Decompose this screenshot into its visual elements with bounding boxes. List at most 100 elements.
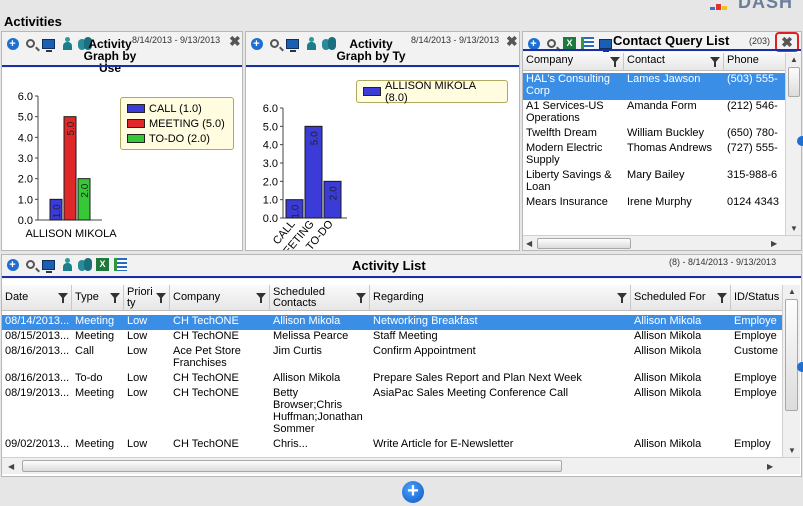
table-cell: Allison Mikola — [634, 387, 702, 399]
person-icon[interactable] — [59, 257, 74, 272]
activity-row[interactable]: 08/16/2013... Call Low Ace Pet Store Franch… — [2, 345, 782, 372]
col-type[interactable]: Type — [72, 285, 124, 310]
activity-vscroll[interactable]: ▲ ▼ — [782, 285, 800, 457]
contacts-hscroll[interactable]: ◀ ▶ — [523, 235, 801, 250]
table-cell: Employe — [734, 387, 777, 399]
y-tick-label: 1.0 — [18, 194, 33, 206]
y-tick-label: 3.0 — [263, 158, 278, 170]
person-icon[interactable] — [59, 36, 74, 51]
col-scheduled-for[interactable]: Scheduled For — [631, 285, 731, 310]
search-icon[interactable] — [23, 257, 38, 272]
brand-text: DASH — [738, 0, 794, 10]
table-cell: Melissa Pearce — [273, 330, 349, 342]
col-regarding[interactable]: Regarding — [370, 285, 631, 310]
table-cell: Allison Mikola — [634, 438, 702, 450]
col-scheduled-contacts[interactable]: Scheduled Contacts — [270, 285, 370, 310]
col-company[interactable]: Company — [523, 53, 624, 70]
filter-icon[interactable] — [610, 56, 620, 67]
activity-hscroll[interactable]: ◀ ▶ — [2, 457, 800, 474]
contact-row[interactable]: Mears Insurance Irene Murphy 0124 4343 — [523, 196, 785, 211]
activity-row[interactable]: 08/14/2013... Meeting Low CH TechONE Allison… — [2, 315, 782, 330]
table-cell: 08/16/2013... — [5, 345, 70, 357]
filter-icon[interactable] — [110, 292, 120, 303]
search-icon[interactable] — [23, 36, 38, 51]
table-cell: Lames Jawson — [624, 73, 724, 100]
people-icon[interactable] — [77, 257, 92, 272]
activity-row[interactable]: 09/02/2013... Meeting Low CH TechONE Chris..… — [2, 438, 782, 453]
filter-icon[interactable] — [617, 292, 627, 303]
contact-row[interactable]: HAL's Consulting Corp Lames Jawson (503) 5… — [523, 73, 785, 100]
monitor-icon[interactable] — [285, 36, 300, 52]
excel-icon[interactable]: X — [95, 257, 110, 272]
search-icon[interactable] — [267, 36, 282, 51]
filter-icon[interactable] — [710, 56, 720, 67]
contact-row[interactable]: Liberty Savings & Loan Mary Bailey 315-988… — [523, 169, 785, 196]
table-cell: Prepare Sales Report and Plan Next Week — [373, 372, 582, 384]
y-tick-label: 0.0 — [18, 215, 33, 227]
filter-icon[interactable] — [256, 292, 266, 303]
table-cell: Meeting — [75, 438, 115, 450]
brand-bars-icon — [710, 1, 728, 10]
table-cell: HAL's Consulting Corp — [523, 73, 624, 100]
table-cell: To-do — [75, 372, 103, 384]
table-cell: William Buckley — [627, 127, 705, 139]
col-priority[interactable]: Priority — [124, 285, 170, 310]
panel3-title: Contact Query List — [613, 33, 730, 48]
contacts-header: Company Contact Phone — [523, 53, 785, 71]
y-tick-label: 0.0 — [263, 213, 278, 225]
add-icon[interactable]: + — [5, 36, 20, 51]
y-tick-label: 6.0 — [263, 103, 278, 115]
close-icon[interactable]: ✖ — [229, 34, 241, 48]
table-cell: Irene Murphy — [627, 196, 692, 208]
table-cell: Low — [127, 438, 148, 450]
table-cell: 08/15/2013... — [5, 330, 70, 342]
bar-value-label: 1.0 — [52, 204, 63, 218]
col-contact[interactable]: Contact — [624, 53, 724, 70]
table-cell: Allison Mikola — [634, 345, 702, 357]
people-icon[interactable] — [321, 36, 336, 51]
table-cell: Meeting — [75, 330, 115, 342]
monitor-icon[interactable] — [41, 257, 56, 273]
monitor-icon[interactable] — [41, 36, 56, 52]
table-cell: (727) 555- — [727, 142, 778, 154]
contact-row[interactable]: A1 Services-US Operations Amanda Form (212… — [523, 100, 785, 127]
filter-icon[interactable] — [717, 292, 727, 303]
contact-query-panel: + X Contact Query List (203) ✖ Company C… — [522, 31, 802, 251]
table-cell: 08/19/2013... — [5, 387, 70, 399]
legend-item-todo: TO-DO (2.0) — [127, 131, 227, 146]
table-cell: Custome — [734, 345, 779, 357]
table-cell: Mears Insurance — [526, 196, 608, 208]
table-cell: Low — [127, 330, 148, 342]
col-id-status[interactable]: ID/Status — [731, 285, 782, 310]
table-cell: Allison Mikola — [270, 315, 370, 330]
add-icon[interactable]: + — [5, 257, 20, 272]
bar-value-label: 5.0 — [310, 131, 321, 145]
panel4-toolbar: + X — [5, 257, 128, 273]
col-phone[interactable]: Phone — [724, 53, 785, 70]
col-company[interactable]: Company — [170, 285, 270, 310]
side-scroll-button[interactable] — [797, 136, 803, 146]
contact-row[interactable]: Twelfth Dream William Buckley (650) 780- — [523, 127, 785, 142]
add-panel-button[interactable]: + — [402, 481, 424, 503]
person-icon[interactable] — [303, 36, 318, 51]
close-icon[interactable]: ✖ — [506, 34, 518, 48]
legend-item-call: CALL (1.0) — [127, 101, 227, 116]
list-icon[interactable] — [113, 257, 128, 272]
side-scroll-button[interactable] — [797, 362, 803, 372]
filter-icon[interactable] — [356, 292, 366, 303]
table-cell: Amanda Form — [627, 100, 697, 112]
activity-row[interactable]: 08/19/2013... Meeting Low CH TechONE Betty B… — [2, 387, 782, 438]
table-cell: Jim Curtis — [273, 345, 322, 357]
activity-graph-type-panel: + Activity Graph by Ty 8/14/2013 - 9/13/2… — [245, 31, 520, 251]
page-title: Activities — [4, 14, 62, 29]
activity-row[interactable]: 08/16/2013... To-do Low CH TechONE Allison M… — [2, 372, 782, 387]
panel1-toolbar: + — [5, 36, 92, 52]
contact-row[interactable]: Modern Electric Supply Thomas Andrews (727… — [523, 142, 785, 169]
filter-icon[interactable] — [156, 292, 166, 303]
activity-row[interactable]: 08/15/2013... Meeting Low CH TechONE Melissa… — [2, 330, 782, 345]
table-cell: Mary Bailey — [627, 169, 685, 181]
panel1-title: Activity Graph by Use — [83, 37, 137, 75]
filter-icon[interactable] — [58, 292, 68, 303]
col-date[interactable]: Date — [2, 285, 72, 310]
add-icon[interactable]: + — [249, 36, 264, 51]
